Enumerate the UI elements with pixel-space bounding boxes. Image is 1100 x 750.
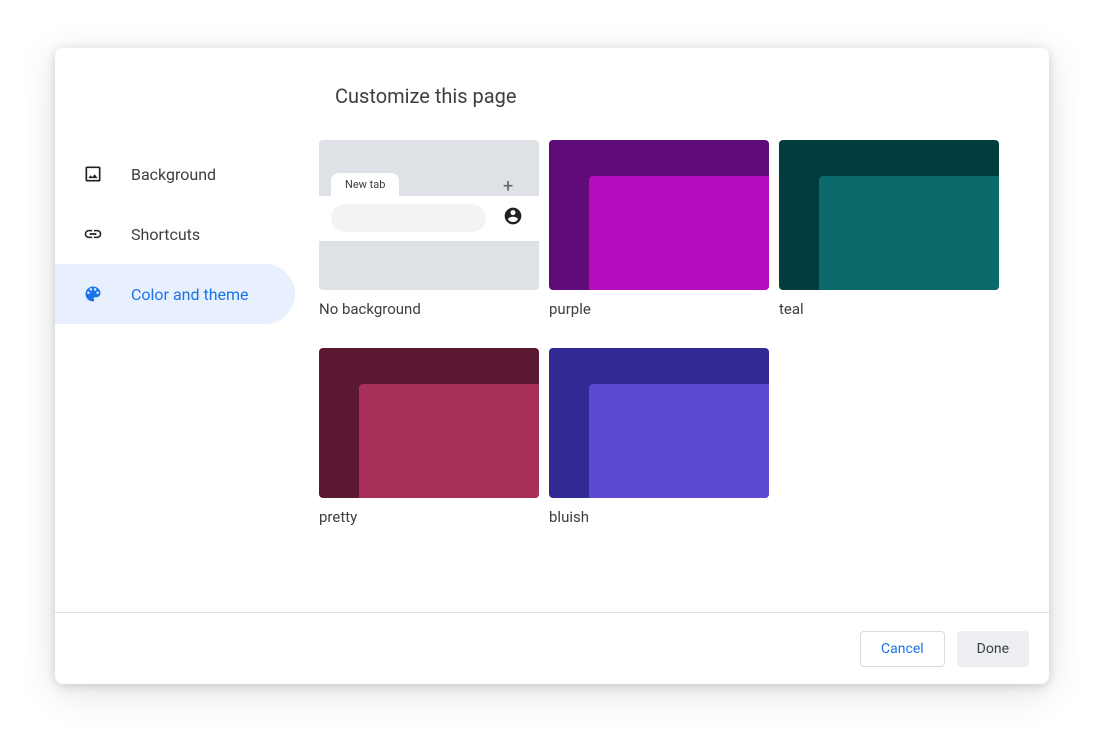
content-area: Customize this page New tab +: [319, 48, 1049, 612]
sidebar-item-shortcuts[interactable]: Shortcuts: [55, 204, 295, 264]
swatch-inner: [819, 176, 999, 290]
theme-label: pretty: [319, 508, 539, 526]
theme-label: teal: [779, 300, 999, 318]
theme-thumb: [549, 348, 769, 498]
done-button[interactable]: Done: [957, 631, 1029, 667]
sidebar-item-label: Background: [131, 165, 216, 184]
dialog-title: Customize this page: [319, 48, 1049, 140]
theme-option-pretty[interactable]: pretty: [319, 348, 539, 526]
plus-icon: +: [503, 176, 513, 197]
theme-label: purple: [549, 300, 769, 318]
theme-option-purple[interactable]: purple: [549, 140, 769, 318]
customize-dialog: Background Shortcuts Color and theme Cus…: [55, 48, 1049, 684]
theme-option-no-background[interactable]: New tab + No background: [319, 140, 539, 318]
theme-grid: New tab + No background: [319, 140, 1043, 546]
theme-thumb: [779, 140, 999, 290]
swatch-outer: [549, 348, 769, 498]
sidebar-item-color-theme[interactable]: Color and theme: [55, 264, 295, 324]
theme-option-teal[interactable]: teal: [779, 140, 999, 318]
theme-scroll[interactable]: New tab + No background: [319, 140, 1049, 612]
swatch-outer: [779, 140, 999, 290]
avatar-icon: [503, 206, 523, 226]
theme-option-bluish[interactable]: bluish: [549, 348, 769, 526]
swatch-outer: [319, 348, 539, 498]
swatch-inner: [359, 384, 539, 498]
sidebar-item-label: Color and theme: [131, 285, 249, 304]
sidebar: Background Shortcuts Color and theme: [55, 48, 319, 612]
preview-tab-label: New tab: [331, 173, 399, 196]
theme-label: bluish: [549, 508, 769, 526]
image-icon: [83, 164, 103, 184]
theme-thumb: [319, 348, 539, 498]
swatch-outer: [549, 140, 769, 290]
sidebar-item-background[interactable]: Background: [55, 144, 295, 204]
preview-omnibox: [331, 204, 486, 232]
cancel-button[interactable]: Cancel: [860, 631, 945, 667]
theme-thumb: New tab +: [319, 140, 539, 290]
swatch-inner: [589, 384, 769, 498]
palette-icon: [83, 284, 103, 304]
theme-thumb: [549, 140, 769, 290]
sidebar-item-label: Shortcuts: [131, 225, 200, 244]
dialog-footer: Cancel Done: [55, 612, 1049, 684]
nobg-preview: New tab +: [319, 140, 539, 290]
dialog-body: Background Shortcuts Color and theme Cus…: [55, 48, 1049, 612]
swatch-inner: [589, 176, 769, 290]
theme-label: No background: [319, 300, 539, 318]
link-icon: [83, 224, 103, 244]
